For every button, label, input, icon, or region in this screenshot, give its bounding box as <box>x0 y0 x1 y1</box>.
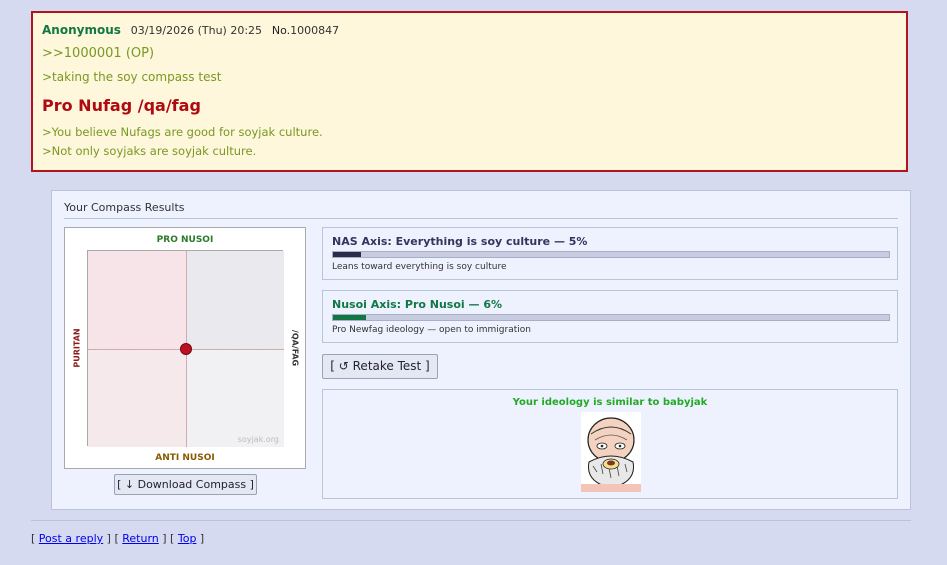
post-title: Pro Nufag /qa/fag <box>42 96 201 115</box>
divider <box>64 218 898 219</box>
poster-name: Anonymous <box>42 23 121 37</box>
post-number-value: 1000847 <box>290 24 340 37</box>
post-header: Anonymous 03/19/2026 (Thu) 20:25 No.1000… <box>42 23 339 37</box>
compass-grid: soyjak.org <box>87 250 284 447</box>
retake-test-button[interactable]: [ ↺ Retake Test ] <box>322 354 438 379</box>
compass-quadrant-bottom-right <box>186 349 284 447</box>
nusoi-axis-bar-fill <box>333 315 367 320</box>
quote-link[interactable]: >>1000001 (OP) <box>42 46 154 61</box>
nas-axis-description: Leans toward everything is soy culture <box>332 262 507 272</box>
similar-ideology-box: Your ideology is similar to babyjak <box>322 389 898 499</box>
similar-ideology-text: Your ideology is similar to babyjak <box>512 397 708 408</box>
greentext-line: >You believe Nufags are good for soyjak … <box>42 125 323 139</box>
greentext-line: >taking the soy compass test <box>42 70 222 84</box>
post-number[interactable]: No.1000847 <box>272 24 339 37</box>
compass-bottom-label: ANTI NUSOI <box>155 453 215 463</box>
compass-results-panel: Your Compass Results PRO NUSOI ANTI NUSO… <box>51 190 911 510</box>
compass-right-label: /QA/FAG <box>290 329 300 367</box>
nusoi-axis-bar <box>332 314 890 321</box>
nas-axis-bar-fill <box>333 252 361 257</box>
compass-chart: PRO NUSOI ANTI NUSOI PURITAN /QA/FAG soy… <box>64 227 306 469</box>
babyjak-face-icon <box>581 412 641 492</box>
post-reply-link[interactable]: Post a reply <box>39 532 103 545</box>
results-title: Your Compass Results <box>64 201 185 214</box>
post: Anonymous 03/19/2026 (Thu) 20:25 No.1000… <box>31 11 908 172</box>
bracket: [ <box>31 532 36 545</box>
download-compass-button[interactable]: [ ↓ Download Compass ] <box>114 474 257 495</box>
greentext-line: >Not only soyjaks are soyjak culture. <box>42 144 257 158</box>
nusoi-axis-result: Nusoi Axis: Pro Nusoi — 6% Pro Newfag id… <box>322 290 898 343</box>
compass-quadrant-top-right <box>186 251 284 349</box>
return-link[interactable]: Return <box>122 532 159 545</box>
compass-quadrant-top-left <box>88 251 186 349</box>
nusoi-axis-title: Nusoi Axis: Pro Nusoi — 6% <box>332 298 503 311</box>
compass-top-label: PRO NUSOI <box>156 235 214 245</box>
nas-axis-bar <box>332 251 890 258</box>
compass-quadrant-bottom-left <box>88 349 186 447</box>
nas-axis-result: NAS Axis: Everything is soy culture — 5%… <box>322 227 898 280</box>
nas-axis-title: NAS Axis: Everything is soy culture — 5% <box>332 235 588 248</box>
compass-marker <box>180 342 193 355</box>
bracket: ] [ <box>162 532 175 545</box>
post-date: 03/19/2026 (Thu) 20:25 <box>130 24 263 37</box>
thread-footer-nav: [ Post a reply ] [ Return ] [ Top ] <box>31 532 204 545</box>
nusoi-axis-description: Pro Newfag ideology — open to immigratio… <box>332 325 531 335</box>
bracket: ] [ <box>106 532 119 545</box>
compass-watermark: soyjak.org <box>237 435 279 444</box>
post-number-label: No. <box>271 24 291 37</box>
bracket: ] <box>199 532 205 545</box>
footer-divider <box>31 520 911 521</box>
compass-left-label: PURITAN <box>72 328 82 368</box>
top-link[interactable]: Top <box>178 532 197 545</box>
